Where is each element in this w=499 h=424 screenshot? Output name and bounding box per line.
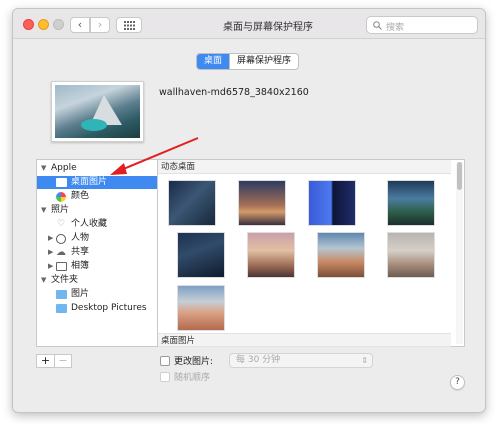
heart-icon: ♡ xyxy=(57,219,66,229)
sidebar-item-people[interactable]: ▶ 人物 xyxy=(37,232,157,245)
disclosure-down-icon[interactable]: ▼ xyxy=(41,274,46,287)
wallpaper-preview-image xyxy=(55,85,140,138)
chevron-updown-icon: ⇕ xyxy=(361,356,368,365)
preferences-window: ‹ › 桌面与屏幕保护程序 搜索 桌面 屏幕保护程序 wallhaven-md6… xyxy=(12,8,486,413)
grid-icon xyxy=(124,21,135,30)
search-placeholder: 搜索 xyxy=(386,23,405,33)
close-window-button[interactable] xyxy=(23,19,34,30)
person-icon xyxy=(56,234,66,244)
tab-bar: 桌面 屏幕保护程序 xyxy=(196,53,300,70)
folder-icon xyxy=(56,290,67,299)
section-header-desktop-pictures: 桌面图片 xyxy=(158,333,451,347)
current-wallpaper-name: wallhaven-md6578_3840x2160 xyxy=(159,87,309,98)
wallpaper-thumbnail[interactable] xyxy=(387,232,435,278)
change-interval-select[interactable]: 每 30 分钟 ⇕ xyxy=(229,353,373,368)
show-all-button[interactable] xyxy=(116,17,142,33)
chevron-left-icon: ‹ xyxy=(77,18,83,31)
disclosure-down-icon[interactable]: ▼ xyxy=(41,204,46,217)
sidebar-item-desktop-pictures-folder[interactable]: Desktop Pictures xyxy=(37,302,157,315)
random-order-checkbox[interactable] xyxy=(160,372,170,382)
add-folder-button[interactable]: + xyxy=(37,355,54,367)
random-order-label: 随机顺序 xyxy=(174,373,211,383)
sidebar-group-photos[interactable]: ▼ 照片 xyxy=(37,204,157,217)
tab-desktop[interactable]: 桌面 xyxy=(197,54,230,69)
interval-value: 每 30 分钟 xyxy=(236,355,281,365)
scrollbar-thumb[interactable] xyxy=(457,162,462,190)
disclosure-right-icon[interactable]: ▶ xyxy=(48,246,53,259)
wallpaper-thumbnail[interactable] xyxy=(308,180,356,226)
wallpaper-thumbnail[interactable] xyxy=(317,232,365,278)
window-title: 桌面与屏幕保护程序 xyxy=(223,22,313,33)
wallpaper-scrollbar[interactable] xyxy=(456,162,463,344)
section-header-dynamic: 动态桌面 xyxy=(158,160,451,174)
remove-folder-button[interactable]: − xyxy=(53,355,71,367)
wallpaper-thumbnail[interactable] xyxy=(168,180,216,226)
cloud-icon: ☁ xyxy=(56,247,66,258)
wallpaper-thumbnail[interactable] xyxy=(387,180,435,226)
disclosure-right-icon[interactable]: ▶ xyxy=(48,260,53,273)
album-folder-icon xyxy=(56,262,67,271)
change-picture-label: 更改图片: xyxy=(174,357,214,367)
title-bar: ‹ › 桌面与屏幕保护程序 搜索 xyxy=(13,9,485,39)
sidebar-item-pictures[interactable]: 图片 xyxy=(37,288,157,301)
back-button[interactable]: ‹ xyxy=(70,17,90,33)
sidebar-group-apple[interactable]: ▼ Apple xyxy=(37,162,157,175)
tab-screensaver[interactable]: 屏幕保护程序 xyxy=(229,54,298,69)
search-icon xyxy=(373,21,382,30)
forward-button[interactable]: › xyxy=(90,17,110,33)
change-picture-checkbox[interactable] xyxy=(160,356,170,366)
wallpaper-thumbnail[interactable] xyxy=(177,285,225,331)
disclosure-right-icon[interactable]: ▶ xyxy=(48,232,53,245)
sidebar-item-albums[interactable]: ▶ 相簿 xyxy=(37,260,157,273)
wallpaper-thumbnail[interactable] xyxy=(247,232,295,278)
sidebar-item-shared[interactable]: ▶ ☁ 共享 xyxy=(37,246,157,259)
wallpaper-grid-pane: 动态桌面 桌面图片 xyxy=(158,159,465,347)
sidebar-add-remove-control: + − xyxy=(36,354,72,368)
search-field[interactable]: 搜索 xyxy=(366,16,478,34)
folder-icon xyxy=(56,304,67,313)
folder-icon xyxy=(56,178,67,187)
wallpaper-thumbnail[interactable] xyxy=(177,232,225,278)
sidebar-item-desktop-pictures[interactable]: 桌面图片 xyxy=(37,176,157,189)
help-button[interactable]: ? xyxy=(450,375,465,390)
wallpaper-thumbnail[interactable] xyxy=(238,180,286,226)
minimize-window-button[interactable] xyxy=(38,19,49,30)
source-list: ▼ Apple 桌面图片 颜色 ▼ 照片 ♡ 个人收藏 ▶ 人物 ▶ ☁ 共享 xyxy=(36,159,158,347)
disclosure-down-icon[interactable]: ▼ xyxy=(41,162,46,175)
chevron-right-icon: › xyxy=(97,18,103,31)
sidebar-item-colors[interactable]: 颜色 xyxy=(37,190,157,203)
zoom-window-button[interactable] xyxy=(53,19,64,30)
sidebar-item-favorites[interactable]: ♡ 个人收藏 xyxy=(37,218,157,231)
sidebar-group-folders[interactable]: ▼ 文件夹 xyxy=(37,274,157,287)
current-wallpaper-preview xyxy=(51,81,144,142)
color-wheel-icon xyxy=(56,192,66,202)
